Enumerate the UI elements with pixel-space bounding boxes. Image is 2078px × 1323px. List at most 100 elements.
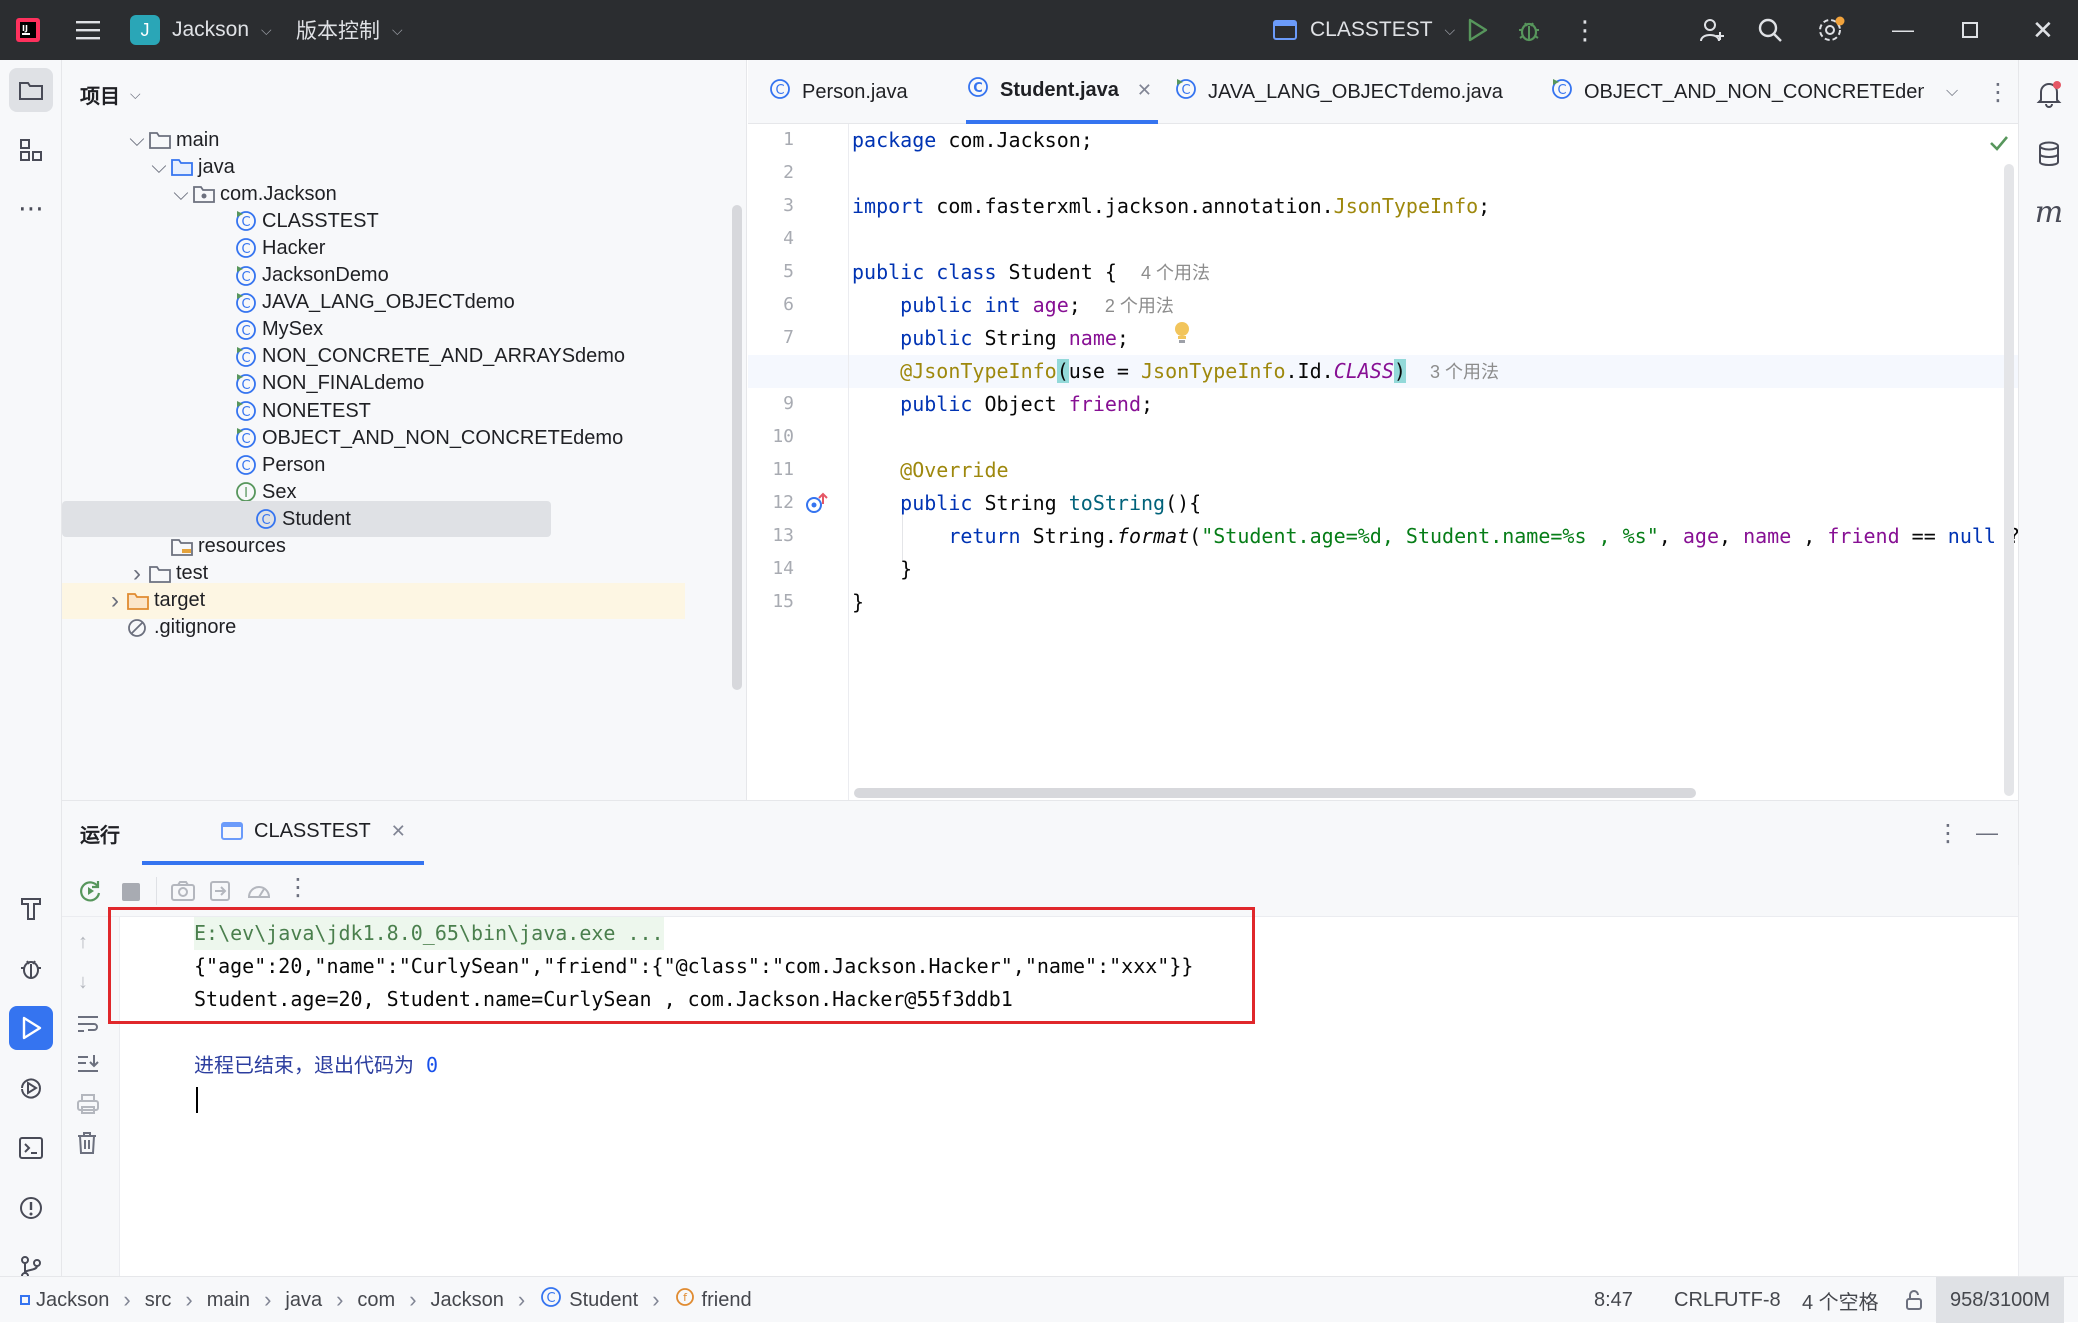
chevron-down-icon[interactable]: ⌵ bbox=[126, 129, 148, 152]
title-bar: IJ J Jackson ⌵ 版本控制 ⌵ CLASSTEST ⌵ ⋮ — ✕ bbox=[0, 0, 2078, 60]
maven-tool-icon[interactable]: m bbox=[2027, 190, 2071, 234]
bug-icon bbox=[1519, 22, 1539, 42]
tree-item-gitignore[interactable]: .gitignore bbox=[104, 610, 236, 646]
main-menu-button[interactable] bbox=[72, 0, 104, 60]
memory-indicator[interactable]: 958/3100M bbox=[1936, 1277, 2065, 1323]
settings-button[interactable] bbox=[1816, 0, 1846, 60]
breadcrumb-label: main bbox=[206, 1288, 251, 1311]
debug-tool-button[interactable] bbox=[9, 946, 53, 990]
lightbulb-icon[interactable] bbox=[1172, 320, 1192, 351]
breadcrumb-label: Jackson bbox=[430, 1288, 504, 1311]
line-number: 5 bbox=[783, 261, 794, 282]
cursor-position[interactable]: 8:47 bbox=[1594, 1277, 1633, 1323]
editor-horizontal-scrollbar[interactable] bbox=[854, 788, 1696, 798]
project-panel-header[interactable]: 项目 ⌵ bbox=[80, 80, 141, 109]
breadcrumb-item[interactable]: java bbox=[285, 1289, 322, 1312]
breadcrumb-item[interactable]: main bbox=[207, 1289, 250, 1312]
rerun-button[interactable] bbox=[78, 879, 104, 908]
soft-wrap-icon[interactable] bbox=[76, 1013, 100, 1040]
run-more-icon[interactable]: ⋮ bbox=[1936, 801, 1960, 865]
line-number: 13 bbox=[772, 525, 794, 546]
code-line-6: public int age; 2 个用法 bbox=[900, 293, 1174, 317]
run-button[interactable] bbox=[1464, 0, 1490, 60]
more-actions-icon[interactable]: ⋮ bbox=[1572, 0, 1598, 60]
run-panel: 运行 CLASSTEST ✕ ⋮ — ⋮ ↑ ↓ E:\ev\java\jdk1… bbox=[62, 800, 2019, 1277]
notifications-button[interactable] bbox=[2027, 72, 2071, 116]
stop-icon[interactable] bbox=[122, 883, 140, 901]
code-editor[interactable]: 123456789101112131415 package com.Jackso… bbox=[748, 124, 2018, 800]
breadcrumb-item[interactable]: com bbox=[357, 1289, 395, 1312]
run-tab-classtest[interactable]: CLASSTEST ✕ bbox=[142, 801, 424, 865]
tabs-more-icon[interactable]: ⋮ bbox=[1986, 60, 2010, 124]
profiler-icon[interactable] bbox=[246, 879, 272, 908]
file-encoding[interactable]: UTF-8 bbox=[1724, 1277, 1781, 1323]
tab-java-lang-objectdemo[interactable]: C JAVA_LANG_OBJECTdemo.java bbox=[1174, 60, 1503, 124]
override-gutter-icon[interactable] bbox=[804, 490, 830, 521]
print-icon[interactable] bbox=[76, 1093, 100, 1120]
breadcrumb-separator-icon: › bbox=[652, 1287, 660, 1312]
arrow-up-icon[interactable]: ↑ bbox=[78, 931, 88, 954]
run-config-selector[interactable]: CLASSTEST ⌵ bbox=[1272, 0, 1455, 60]
no-problems-check-icon[interactable] bbox=[1988, 132, 2010, 159]
tree-item-label: target bbox=[154, 589, 206, 612]
run-tab-label: CLASSTEST bbox=[254, 819, 371, 842]
indent-setting[interactable]: 4 个空格 bbox=[1802, 1277, 1879, 1323]
line-number: 9 bbox=[783, 393, 794, 414]
maximize-button[interactable] bbox=[1962, 0, 1978, 60]
database-tool-button[interactable] bbox=[2027, 132, 2071, 176]
services-tool-button[interactable] bbox=[9, 1066, 53, 1110]
breadcrumb-item[interactable]: C Student bbox=[539, 1285, 638, 1315]
svg-text:C: C bbox=[241, 432, 250, 447]
more-tools-icon[interactable]: ⋯ bbox=[9, 186, 53, 230]
breadcrumb-item[interactable]: Jackson bbox=[20, 1289, 109, 1312]
breadcrumb-item[interactable]: f friend bbox=[674, 1286, 752, 1314]
breadcrumb-item[interactable]: src bbox=[145, 1289, 172, 1312]
run-tool-button[interactable] bbox=[9, 1006, 53, 1050]
close-tab-icon[interactable]: ✕ bbox=[1137, 80, 1152, 101]
search-icon bbox=[1758, 18, 1782, 42]
tabs-overflow-button[interactable]: ⌵ bbox=[1946, 60, 1958, 124]
toolbar-more-icon[interactable]: ⋮ bbox=[286, 873, 310, 902]
problems-tool-button[interactable] bbox=[9, 1186, 53, 1230]
tree-scrollbar[interactable] bbox=[732, 205, 742, 690]
chevron-down-icon[interactable]: ⌵ bbox=[170, 183, 192, 206]
search-button[interactable] bbox=[1756, 0, 1784, 60]
chevron-down-icon[interactable]: ⌵ bbox=[148, 156, 170, 179]
editor-vertical-scrollbar[interactable] bbox=[2004, 164, 2014, 796]
runnable-class-icon: C bbox=[1174, 77, 1198, 107]
close-window-button[interactable]: ✕ bbox=[2032, 0, 2054, 60]
svg-text:C: C bbox=[241, 351, 250, 366]
tab-object-and-non-concretedemo[interactable]: C OBJECT_AND_NON_CONCRETEdemo bbox=[1550, 60, 1924, 124]
scroll-to-end-icon[interactable] bbox=[76, 1053, 100, 1080]
tab-person-java[interactable]: C Person.java bbox=[768, 60, 908, 124]
add-user-button[interactable] bbox=[1698, 0, 1726, 60]
terminal-icon bbox=[19, 1137, 43, 1159]
debug-button[interactable] bbox=[1516, 0, 1542, 60]
run-config-name: CLASSTEST bbox=[1310, 18, 1433, 41]
minimize-button[interactable]: — bbox=[1892, 0, 1914, 60]
tab-student-java[interactable]: C Student.java ✕ bbox=[966, 60, 1159, 124]
tree-item-student[interactable]: C Student bbox=[62, 501, 551, 538]
svg-text:C: C bbox=[775, 83, 784, 98]
structure-tool-button[interactable] bbox=[9, 128, 53, 172]
restore-layout-icon[interactable] bbox=[208, 879, 232, 908]
project-tool-button[interactable] bbox=[9, 68, 53, 112]
line-ending[interactable]: CRLF bbox=[1674, 1277, 1726, 1323]
build-tool-button[interactable] bbox=[9, 886, 53, 930]
camera-icon[interactable] bbox=[170, 879, 196, 908]
project-selector[interactable]: J Jackson ⌵ bbox=[130, 0, 272, 60]
vcs-menu[interactable]: 版本控制 ⌵ bbox=[296, 0, 403, 60]
usage-hint: 2 个用法 bbox=[1104, 296, 1174, 316]
svg-text:C: C bbox=[241, 378, 250, 393]
tree-item-label: NON_CONCRETE_AND_ARRAYSdemo bbox=[262, 345, 626, 368]
close-tab-icon[interactable]: ✕ bbox=[391, 821, 406, 842]
hide-panel-icon[interactable]: — bbox=[1976, 801, 1998, 865]
lock-icon[interactable] bbox=[1904, 1277, 1924, 1323]
trash-icon[interactable] bbox=[76, 1131, 98, 1160]
class-icon: C bbox=[966, 75, 990, 105]
terminal-tool-button[interactable] bbox=[9, 1126, 53, 1170]
arrow-down-icon[interactable]: ↓ bbox=[78, 971, 88, 994]
highlight-box bbox=[108, 907, 1255, 1024]
breadcrumb-item[interactable]: Jackson bbox=[431, 1289, 504, 1312]
tree-item-label: com.Jackson bbox=[220, 182, 337, 205]
